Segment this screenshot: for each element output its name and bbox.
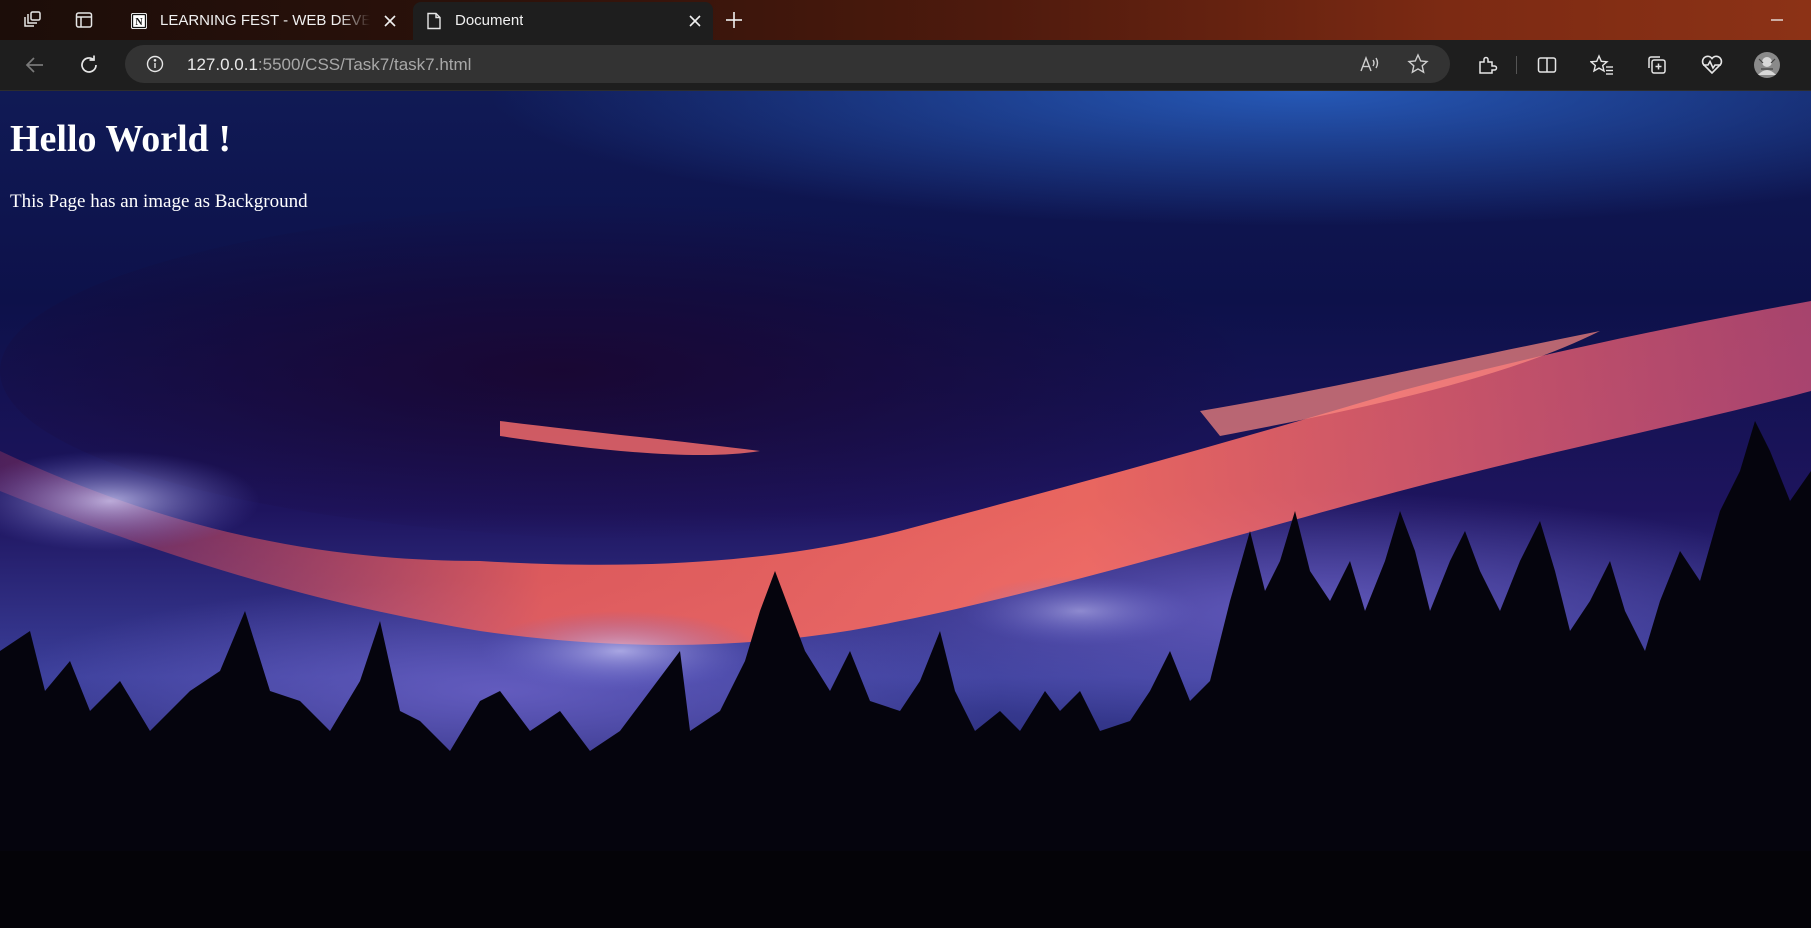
- vertical-tabs-icon[interactable]: [70, 6, 98, 34]
- back-button[interactable]: [20, 50, 50, 80]
- toolbar-divider: [1516, 56, 1517, 74]
- workspaces-icon[interactable]: [18, 6, 46, 34]
- refresh-button[interactable]: [74, 50, 104, 80]
- new-tab-button[interactable]: [720, 6, 748, 34]
- split-screen-icon[interactable]: [1532, 50, 1562, 80]
- page-viewport: Hello World ! This Page has an image as …: [0, 91, 1811, 928]
- site-info-icon[interactable]: [145, 54, 165, 74]
- address-toolbar: 127.0.0.1:5500/CSS/Task7/task7.html: [0, 40, 1811, 91]
- notion-icon: N: [130, 12, 148, 30]
- tab-title: Document: [455, 12, 524, 29]
- collections-icon[interactable]: [1642, 50, 1672, 80]
- tab-document[interactable]: Document: [413, 2, 713, 40]
- extensions-icon[interactable]: [1472, 50, 1502, 80]
- minimize-button[interactable]: [1763, 6, 1791, 34]
- tab-title: LEARNING FEST - WEB DEVELOPMENT: [160, 12, 370, 29]
- browser-essentials-icon[interactable]: [1697, 50, 1727, 80]
- page-paragraph: This Page has an image as Background: [10, 191, 308, 212]
- address-bar[interactable]: 127.0.0.1:5500/CSS/Task7/task7.html: [125, 45, 1450, 83]
- favorite-star-icon[interactable]: [1405, 51, 1431, 77]
- close-icon[interactable]: [380, 11, 400, 31]
- read-aloud-icon[interactable]: [1357, 51, 1383, 77]
- tab-bar: N LEARNING FEST - WEB DEVELOPMENT Docume…: [0, 0, 1811, 40]
- url-path: :5500/CSS/Task7/task7.html: [257, 55, 472, 74]
- page-icon: [425, 12, 443, 30]
- close-icon[interactable]: [685, 11, 705, 31]
- tab-learning-fest[interactable]: N LEARNING FEST - WEB DEVELOPMENT: [118, 2, 408, 40]
- avatar[interactable]: [1752, 50, 1782, 80]
- favorites-icon[interactable]: [1587, 50, 1617, 80]
- url-text[interactable]: 127.0.0.1:5500/CSS/Task7/task7.html: [187, 55, 471, 75]
- svg-text:N: N: [135, 17, 143, 28]
- url-host: 127.0.0.1: [187, 55, 258, 74]
- background-image: [0, 91, 1811, 928]
- page-heading: Hello World !: [10, 118, 231, 160]
- browser-window: N LEARNING FEST - WEB DEVELOPMENT Docume…: [0, 0, 1811, 928]
